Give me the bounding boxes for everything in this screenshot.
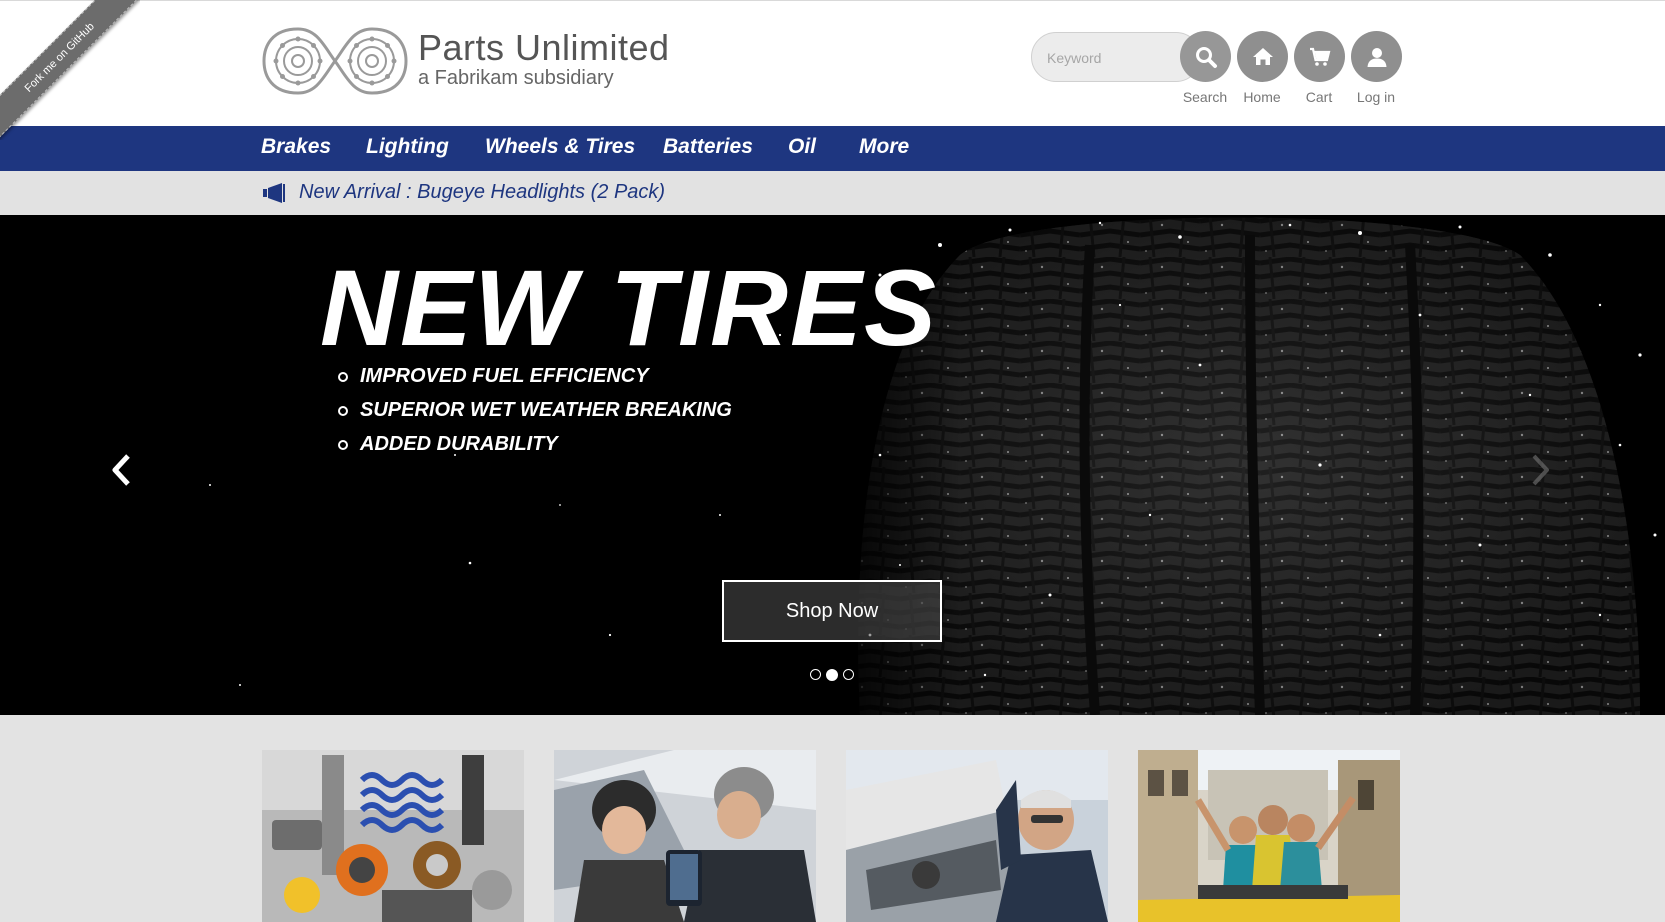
hero-feature-text: IMPROVED FUEL EFFICIENCY [360, 365, 649, 387]
brand-title[interactable]: Parts Unlimited [418, 27, 670, 69]
cart-button[interactable] [1294, 31, 1345, 82]
hero-feature-item: SUPERIOR WET WEATHER BREAKING [338, 399, 732, 433]
convertible-friends-photo [1138, 750, 1400, 922]
mechanic-photo [846, 750, 1108, 922]
promo-tiles [0, 715, 1665, 922]
brand-subtitle: a Fabrikam subsidiary [418, 67, 614, 89]
hero-title: NEW TIRES [320, 247, 939, 368]
carousel-indicator-active[interactable] [826, 668, 838, 681]
hero-feature-text: SUPERIOR WET WEATHER BREAKING [360, 399, 732, 421]
nav-item-more[interactable]: More [859, 135, 909, 159]
announcement-bar: New Arrival : Bugeye Headlights (2 Pack) [0, 171, 1665, 215]
nav-item-brakes[interactable]: Brakes [261, 135, 331, 159]
shop-now-button[interactable]: Shop Now [722, 580, 942, 642]
home-icon [1252, 47, 1273, 65]
hero-feature-item: IMPROVED FUEL EFFICIENCY [338, 365, 732, 399]
search-icon [1195, 46, 1217, 68]
promo-tile-mechanic[interactable] [846, 750, 1108, 922]
bullet-circle-icon [338, 440, 348, 450]
hero-feature-text: ADDED DURABILITY [360, 433, 558, 455]
github-ribbon-label[interactable]: Fork me on GitHub [0, 0, 140, 140]
page: Fork me on GitHub Parts Unlimited a Fabr… [0, 0, 1665, 922]
promo-tile-sales[interactable] [554, 750, 816, 922]
megaphone-icon [263, 183, 285, 203]
category-nav: Brakes Lighting Wheels & Tires Batteries… [0, 126, 1665, 171]
carousel-indicator[interactable] [810, 669, 821, 680]
cart-icon [1309, 47, 1330, 66]
nav-item-wheels-tires[interactable]: Wheels & Tires [485, 135, 635, 159]
bullet-circle-icon [338, 406, 348, 416]
carousel-next-icon[interactable] [1528, 453, 1552, 487]
home-button[interactable] [1237, 31, 1288, 82]
auto-parts-photo [262, 750, 524, 922]
search-box[interactable] [1031, 32, 1201, 82]
site-header: Parts Unlimited a Fabrikam subsidiary Ke… [0, 0, 1665, 126]
nav-item-batteries[interactable]: Batteries [663, 135, 753, 159]
promo-tile-auto-parts[interactable] [262, 750, 524, 922]
nav-item-oil[interactable]: Oil [788, 135, 816, 159]
carousel-indicators [810, 668, 854, 681]
user-icon [1367, 47, 1386, 67]
login-label[interactable]: Log in [1341, 89, 1411, 105]
hero-feature-item: ADDED DURABILITY [338, 433, 732, 467]
github-ribbon[interactable]: Fork me on GitHub [0, 0, 140, 140]
hero-carousel: NEW TIRES IMPROVED FUEL EFFICIENCY SUPER… [0, 215, 1665, 715]
announcement-link[interactable]: New Arrival : Bugeye Headlights (2 Pack) [299, 181, 665, 204]
car-salespeople-photo [554, 750, 816, 922]
bullet-circle-icon [338, 372, 348, 382]
carousel-prev-icon[interactable] [110, 453, 134, 487]
promo-tile-friends[interactable] [1138, 750, 1400, 922]
gears-logo-icon[interactable] [262, 26, 408, 96]
search-button[interactable] [1180, 31, 1231, 82]
login-button[interactable] [1351, 31, 1402, 82]
carousel-indicator[interactable] [843, 669, 854, 680]
search-input[interactable] [1047, 46, 1167, 70]
hero-feature-list: IMPROVED FUEL EFFICIENCY SUPERIOR WET WE… [338, 365, 732, 467]
nav-item-lighting[interactable]: Lighting [366, 135, 449, 159]
